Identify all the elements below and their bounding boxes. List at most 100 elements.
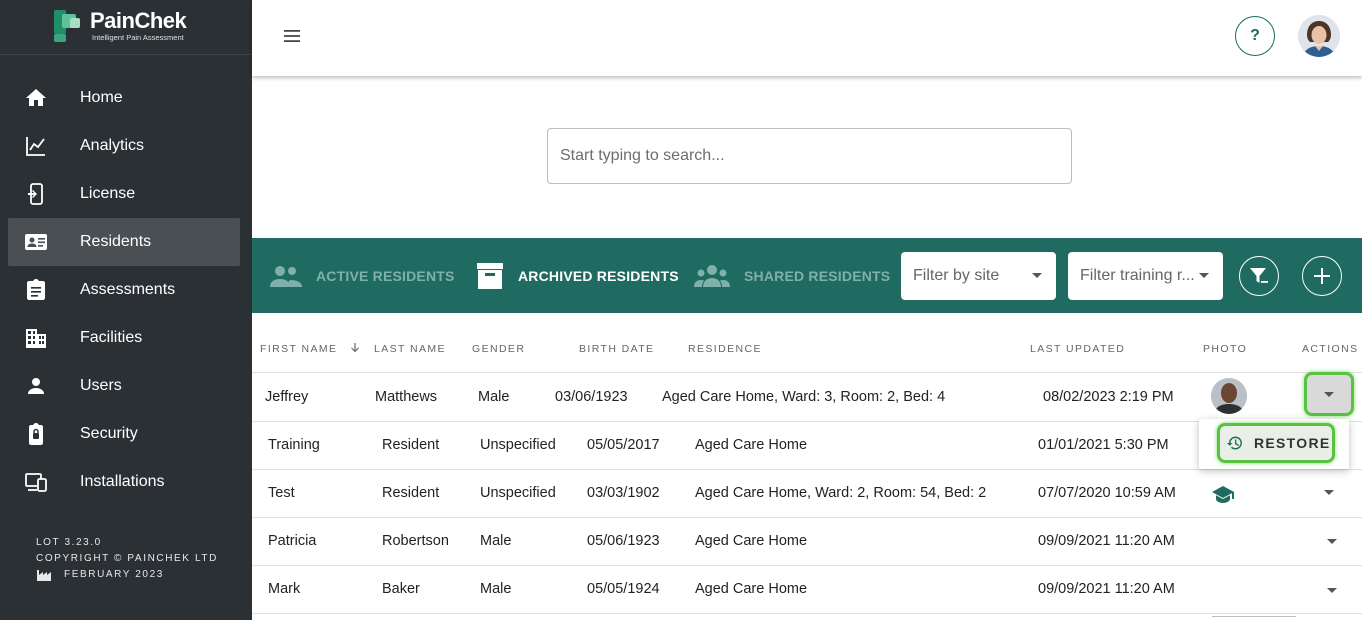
resident-photo-icon [1211,378,1247,414]
archive-icon [477,262,503,289]
cell-birth-date: 05/05/1924 [587,581,660,597]
sidebar-nav: Home Analytics License Residents Assessm… [8,74,240,506]
copyright-label: COPYRIGHT © PAINCHEK LTD [36,553,218,564]
sidebar: PainChek Intelligent Pain Assessment Hom… [0,0,252,620]
cell-last-updated: 08/02/2023 2:19 PM [1043,389,1174,405]
filter-clear-icon [1250,268,1268,283]
row-actions-dropdown-button[interactable] [1304,372,1354,416]
search-input[interactable] [547,128,1072,184]
cell-birth-date: 05/05/2017 [587,437,660,453]
sidebar-item-label: Residents [80,233,152,250]
cell-last-updated: 07/07/2020 10:59 AM [1038,485,1176,501]
column-header-last-updated[interactable]: LAST UPDATED [1030,343,1125,355]
column-header-last-name[interactable]: LAST NAME [374,343,446,355]
sidebar-item-users[interactable]: Users [8,362,240,410]
sidebar-item-license[interactable]: License [8,170,240,218]
cell-last-updated: 09/09/2021 11:20 AM [1038,533,1175,549]
sidebar-item-home[interactable]: Home [8,74,240,122]
table-divider [252,372,1362,373]
cell-gender: Unspecified [480,485,556,501]
column-header-residence[interactable]: RESIDENCE [688,343,762,355]
cell-residence: Aged Care Home, Ward: 2, Room: 54, Bed: … [695,485,987,501]
hamburger-menu-icon[interactable] [282,26,302,46]
column-header-actions: ACTIONS [1302,343,1359,355]
add-resident-button[interactable] [1302,256,1342,296]
column-header-first-name[interactable]: FIRST NAME [260,343,360,355]
help-button[interactable]: ? [1235,16,1275,56]
sidebar-item-facilities[interactable]: Facilities [8,314,240,362]
row-actions-caret-icon[interactable] [1327,539,1337,544]
tab-archived-residents[interactable]: ARCHIVED RESIDENTS [476,238,679,313]
brand-name: PainChek [90,8,187,33]
cell-last-updated: 01/01/2021 5:30 PM [1038,437,1169,453]
cell-first-name: Patricia [268,533,317,549]
row-actions-caret-icon[interactable] [1324,490,1334,495]
logo-mark-icon [52,10,86,42]
home-icon [26,89,46,106]
cell-first-name: Test [268,485,295,501]
license-icon [28,183,43,205]
analytics-icon [26,137,45,156]
tab-active-residents[interactable]: ACTIVE RESIDENTS [270,238,455,313]
sidebar-item-label: Home [80,89,123,106]
installations-icon [25,473,47,492]
cell-last-updated: 09/09/2021 11:20 AM [1038,581,1175,597]
facilities-icon [26,329,46,348]
cell-birth-date: 03/03/1902 [587,485,660,501]
brand-tagline: Intelligent Pain Assessment [92,33,184,42]
cell-residence: Aged Care Home [695,437,808,453]
sidebar-divider [0,54,252,55]
release-date-row: FEBRUARY 2023 [36,567,218,583]
cell-residence: Aged Care Home, Ward: 3, Room: 2, Bed: 4 [662,389,946,405]
sidebar-item-label: Analytics [80,137,145,154]
table-divider [252,565,1362,566]
plus-icon [1314,268,1330,284]
table-divider [252,469,1362,470]
clear-filter-button[interactable] [1239,256,1279,296]
avatar-photo-icon [1298,15,1340,57]
cell-residence: Aged Care Home [695,581,808,597]
filter-training-value: Filter training r... [1080,267,1195,284]
user-avatar[interactable] [1298,15,1340,57]
sidebar-item-label: Facilities [80,329,143,346]
painchek-logo[interactable]: PainChek Intelligent Pain Assessment [52,8,212,44]
residents-icon [25,234,47,250]
cell-last-name: Baker [382,581,420,597]
filter-training-select[interactable]: Filter training r... [1068,252,1223,300]
sidebar-item-label: Assessments [80,281,176,298]
release-date: FEBRUARY 2023 [64,569,164,580]
caret-down-icon [1324,392,1334,397]
cell-gender: Male [480,533,512,549]
sidebar-item-security[interactable]: Security [8,410,240,458]
people-icon [270,265,302,287]
cell-last-name: Resident [382,485,440,501]
cell-last-name: Matthews [375,389,438,405]
resident-photo [1211,378,1247,414]
column-header-birth-date[interactable]: BIRTH DATE [579,343,654,355]
factory-icon [37,570,51,581]
tab-shared-residents[interactable]: SHARED RESIDENTS [694,238,890,313]
sort-arrow-down-icon [350,343,359,353]
cell-first-name: Training [268,437,320,453]
table-divider [252,421,1362,422]
sidebar-item-analytics[interactable]: Analytics [8,122,240,170]
chevron-down-icon [1199,273,1209,278]
cell-gender: Male [480,581,512,597]
table-divider [252,613,1362,614]
sidebar-item-label: Security [80,425,138,442]
users-icon [28,378,44,394]
sidebar-item-residents[interactable]: Residents [8,218,240,266]
sidebar-item-installations[interactable]: Installations [8,458,240,506]
tab-label: ARCHIVED RESIDENTS [518,267,679,284]
filter-site-select[interactable]: Filter by site [901,252,1056,300]
cell-birth-date: 05/06/1923 [587,533,660,549]
cell-gender: Unspecified [480,437,556,453]
sidebar-item-assessments[interactable]: Assessments [8,266,240,314]
cell-first-name: Jeffrey [265,389,309,405]
row-actions-caret-icon[interactable] [1327,588,1337,593]
top-bar: ? [252,0,1362,76]
column-header-gender[interactable]: GENDER [472,343,525,355]
restore-button[interactable]: RESTORE [1217,423,1335,463]
cell-last-name: Resident [382,437,440,453]
sidebar-item-label: Users [80,377,122,394]
